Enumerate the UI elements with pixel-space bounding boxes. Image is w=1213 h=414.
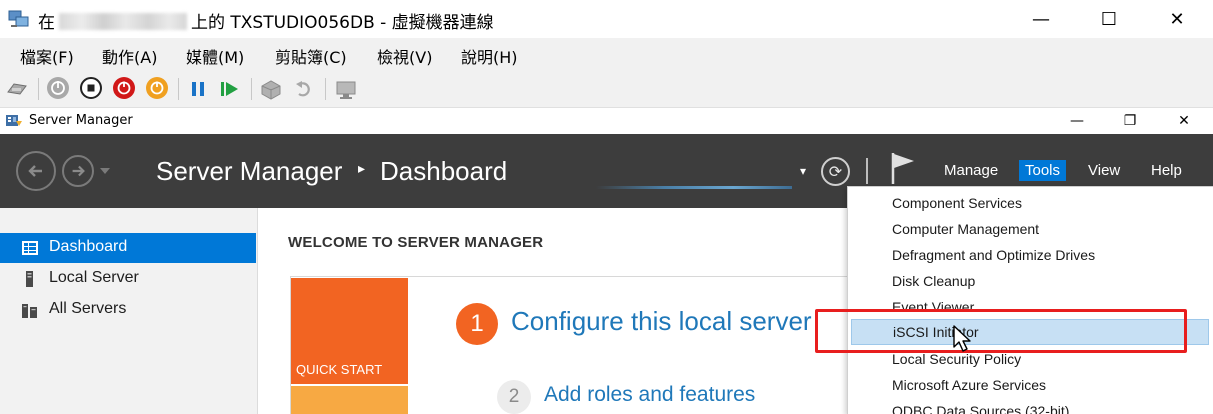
vm-toolbar	[0, 70, 1213, 108]
notifications-flag-icon[interactable]	[888, 151, 916, 185]
tool-item-label: Microsoft Azure Services	[892, 377, 1047, 393]
tool-item-label: Disk Cleanup	[892, 273, 976, 289]
vm-minimize-button[interactable]: —	[1012, 0, 1070, 38]
sidebar: Dashboard Local Server All Servers	[0, 208, 258, 414]
tool-azure-services[interactable]: Microsoft Azure Services	[851, 372, 1209, 398]
menu-media[interactable]: 媒體(M)	[186, 44, 244, 68]
server-manager-window-title: Server Manager	[29, 113, 133, 128]
tool-defragment-drives[interactable]: Defragment and Optimize Drives	[851, 242, 1209, 268]
whats-new-tile[interactable]	[291, 386, 408, 414]
reset-icon[interactable]	[219, 79, 241, 99]
toolbar-separator	[38, 78, 39, 100]
back-arrow-icon	[28, 165, 42, 177]
tool-item-label: Defragment and Optimize Drives	[892, 247, 1096, 263]
manage-menu[interactable]: Manage	[944, 162, 998, 179]
menu-clipboard[interactable]: 剪貼簿(C)	[275, 44, 347, 68]
tool-odbc-32bit[interactable]: ODBC Data Sources (32-bit)	[851, 398, 1209, 414]
pause-icon[interactable]	[188, 79, 208, 99]
menu-help[interactable]: 說明(H)	[461, 44, 518, 68]
tool-item-label: ODBC Data Sources (32-bit)	[892, 403, 1070, 414]
welcome-heading: WELCOME TO SERVER MANAGER	[288, 234, 544, 251]
vm-connection-icon	[8, 10, 29, 27]
vm-menu-bar: 檔案(F) 動作(A) 媒體(M) 剪貼簿(C) 檢視(V) 說明(H)	[0, 38, 1213, 70]
sm-restore-button[interactable]: ❐	[1103, 108, 1157, 134]
refresh-progress-bar	[596, 186, 792, 189]
mouse-cursor-icon	[953, 325, 971, 352]
tool-component-services[interactable]: Component Services	[851, 190, 1209, 216]
vm-window-titlebar: 在上的 TXSTUDIO056DB - 虛擬機器連線 — ☐ ✕	[0, 0, 1213, 38]
back-button[interactable]	[16, 151, 56, 191]
refresh-button[interactable]: ⟳	[821, 157, 850, 186]
sidebar-item-label: Local Server	[49, 269, 139, 286]
breadcrumb-separator-icon: ▸	[358, 161, 366, 177]
history-dropdown-icon[interactable]	[99, 167, 111, 175]
refresh-icon: ⟳	[828, 162, 843, 181]
servers-icon	[22, 304, 37, 318]
server-manager-titlebar: Server Manager — ❐ ✕	[0, 108, 1213, 134]
view-menu[interactable]: View	[1088, 162, 1120, 179]
start-icon[interactable]	[47, 77, 69, 99]
menu-view[interactable]: 檢視(V)	[377, 44, 432, 68]
sm-close-button[interactable]: ✕	[1157, 108, 1211, 134]
save-icon[interactable]	[146, 77, 168, 99]
vm-maximize-button[interactable]: ☐	[1080, 0, 1138, 38]
help-menu[interactable]: Help	[1151, 162, 1182, 179]
checkpoint-icon[interactable]	[259, 78, 283, 100]
tool-item-label: Computer Management	[892, 221, 1040, 237]
server-icon	[26, 271, 33, 287]
toolbar-separator	[251, 78, 252, 100]
tool-disk-cleanup[interactable]: Disk Cleanup	[851, 268, 1209, 294]
toolbar-separator	[325, 78, 326, 100]
header-page-name: Dashboard	[380, 156, 508, 186]
sidebar-item-dashboard[interactable]: Dashboard	[0, 233, 256, 263]
sidebar-item-label: Dashboard	[49, 238, 128, 255]
vm-close-button[interactable]: ✕	[1148, 0, 1206, 38]
refresh-dropdown-icon[interactable]: ▾	[800, 164, 806, 178]
menu-action[interactable]: 動作(A)	[102, 44, 157, 68]
tool-computer-management[interactable]: Computer Management	[851, 216, 1209, 242]
revert-icon[interactable]	[294, 79, 314, 99]
dashboard-icon	[22, 241, 38, 255]
enhanced-session-icon[interactable]	[333, 78, 359, 100]
vm-window-title: 在上的 TXSTUDIO056DB - 虛擬機器連線	[38, 13, 494, 33]
tools-menu[interactable]: Tools	[1019, 160, 1067, 181]
quick-start-label: QUICK START	[296, 362, 383, 377]
toolbar-separator	[178, 78, 179, 100]
configure-local-server-link[interactable]: Configure this local server	[511, 306, 812, 337]
forward-button[interactable]	[62, 155, 94, 187]
header-title: Server Manager	[156, 156, 343, 186]
sm-minimize-button[interactable]: —	[1050, 108, 1104, 134]
sidebar-item-label: All Servers	[49, 300, 127, 317]
add-roles-features-link[interactable]: Add roles and features	[544, 383, 755, 407]
step2-number-badge: 2	[497, 380, 531, 414]
forward-arrow-icon	[72, 165, 85, 177]
tool-item-label: Component Services	[892, 195, 1022, 211]
redacted-host-name	[59, 13, 187, 30]
menu-file[interactable]: 檔案(F)	[20, 44, 74, 68]
turn-off-icon[interactable]	[80, 77, 102, 99]
ctrl-alt-del-icon[interactable]	[6, 80, 28, 98]
sidebar-item-local-server[interactable]: Local Server	[0, 264, 256, 294]
step1-number-badge: 1	[456, 303, 498, 345]
header-divider	[866, 158, 868, 184]
shut-down-icon[interactable]	[113, 77, 135, 99]
server-manager-icon	[6, 115, 22, 126]
tools-dropdown-menu: Component Services Computer Management D…	[847, 186, 1213, 414]
annotation-highlight-box	[815, 309, 1187, 353]
sidebar-item-all-servers[interactable]: All Servers	[0, 295, 256, 325]
